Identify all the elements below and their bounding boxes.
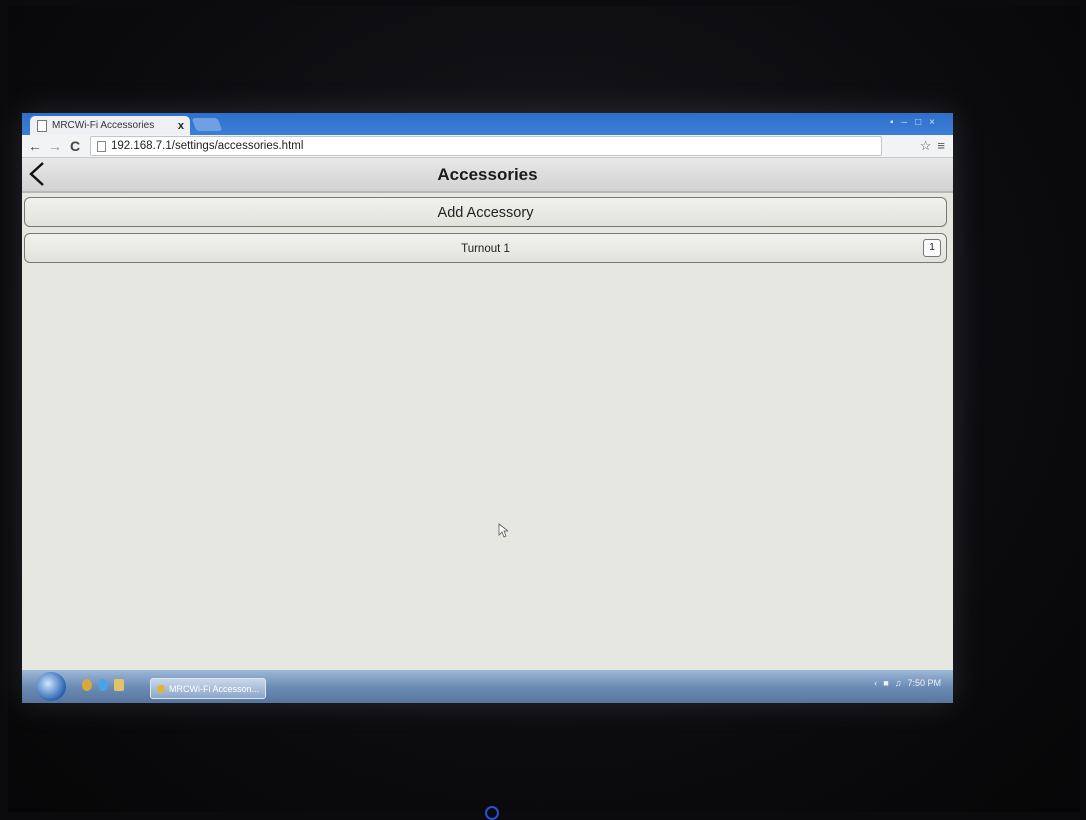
explorer-pinned-icon[interactable] [114,679,124,691]
chrome-pinned-icon[interactable] [82,679,92,691]
accessory-number-badge: 1 [923,239,941,257]
page-icon [37,119,47,132]
screen: MRCWi-Fi Accessories x ▪–□× ← → C 192.16… [22,113,953,703]
close-window-icon[interactable]: × [929,117,943,128]
tray-expand-icon[interactable]: ‹ [874,678,877,688]
clock[interactable]: 7:50 PM [907,678,941,688]
window-controls: ▪–□× [890,117,943,128]
browser-tab[interactable]: MRCWi-Fi Accessories x [30,116,190,135]
address-bar[interactable]: 192.168.7.1/settings/accessories.html [90,136,882,156]
add-accessory-button[interactable]: Add Accessory [24,197,947,227]
ie-pinned-icon[interactable] [98,679,108,691]
power-led-icon [485,806,499,820]
star-icon[interactable]: ☆ [920,138,932,154]
system-tray: ‹ ■ ♫ 7:50 PM [874,678,941,688]
network-icon[interactable]: ■ [883,678,888,688]
mouse-pointer-icon [498,523,508,538]
user-icon[interactable]: ▪ [890,117,902,128]
reload-icon[interactable]: C [68,138,82,154]
taskbar-browser-task[interactable]: MRCWi-Fi Accesson... [150,678,266,699]
forward-arrow-icon[interactable]: → [48,138,62,154]
page-title: Accessories [437,165,538,184]
tab-close-button[interactable]: x [178,120,184,132]
address-text: 192.168.7.1/settings/accessories.html [111,140,304,152]
minimize-icon[interactable]: – [902,117,916,128]
tab-strip: MRCWi-Fi Accessories x ▪–□× [22,113,953,135]
volume-icon[interactable]: ♫ [895,678,902,688]
accessory-name: Turnout 1 [461,243,510,255]
page-icon [97,140,106,152]
task-label: MRCWi-Fi Accesson... [169,683,260,694]
start-button[interactable] [36,672,66,701]
menu-icon[interactable]: ≡ [937,138,945,154]
back-arrow-icon[interactable]: ← [28,138,42,154]
new-tab-button[interactable] [191,118,223,131]
app-header: Accessories [22,158,953,193]
taskbar: MRCWi-Fi Accesson... ‹ ■ ♫ 7:50 PM [22,670,953,703]
tab-title: MRCWi-Fi Accessories [52,120,155,131]
browser-toolbar: ← → C 192.168.7.1/settings/accessories.h… [22,135,953,158]
toolbar-right: ☆ ≡ [920,138,945,154]
accessory-list-item[interactable]: Turnout 1 1 [24,233,947,263]
chrome-icon [157,684,165,693]
restore-icon[interactable]: □ [915,117,929,128]
